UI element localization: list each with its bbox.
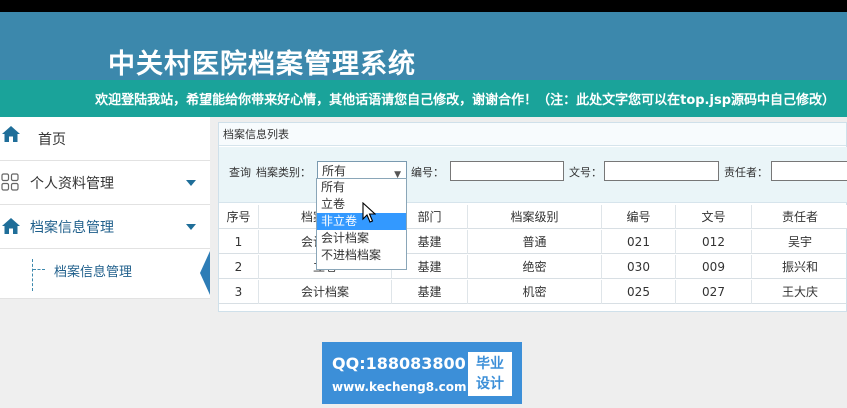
- promo-badge-line2: 设计: [476, 376, 504, 392]
- sidebar-subitem-label: 档案信息管理: [54, 265, 133, 280]
- chevron-down-icon: [186, 224, 196, 230]
- table-cell: 绝密: [468, 255, 602, 279]
- tree-branch: [33, 269, 45, 270]
- home-icon: [2, 126, 20, 142]
- column-header: 编号: [602, 205, 676, 229]
- owner-label: 责任者：: [724, 166, 768, 179]
- table-cell: 基建: [392, 280, 468, 304]
- column-header: 文号: [676, 205, 752, 229]
- promo-qq: QQ:188083800: [332, 354, 466, 373]
- dropdown-option-all[interactable]: 所有: [317, 179, 406, 196]
- dropdown-option-not-archived[interactable]: 不进档档案: [317, 247, 406, 264]
- table-cell: 021: [602, 230, 676, 254]
- sidebar-item-label: 首页: [38, 132, 66, 148]
- active-marker-icon: [200, 251, 210, 295]
- top-black-bar: [0, 0, 847, 12]
- promo-badge: 毕业 设计: [468, 352, 512, 396]
- table-cell: 025: [602, 280, 676, 304]
- doc-number-input[interactable]: [604, 161, 719, 181]
- panel-title: 档案信息列表: [219, 123, 846, 146]
- site-title: 中关村医院档案管理系统: [108, 49, 416, 80]
- sidebar-subitem-archive-info[interactable]: 档案信息管理: [0, 249, 210, 299]
- category-select-value: 所有: [322, 164, 347, 178]
- table-cell: 1: [219, 230, 259, 254]
- table-cell: 009: [676, 255, 752, 279]
- dropdown-option-accounting[interactable]: 会计档案: [317, 230, 406, 247]
- column-header: 责任者: [781, 210, 818, 224]
- table-cell: 2: [219, 255, 259, 279]
- table-cell: 012: [676, 230, 752, 254]
- table-cell: 王大庆: [781, 285, 818, 299]
- table-cell: 会计档案: [259, 280, 392, 304]
- doc-number-label: 文号：: [569, 166, 602, 179]
- table-cell: 3: [219, 280, 259, 304]
- sidebar-item-archive[interactable]: 档案信息管理: [0, 205, 210, 249]
- sidebar-item-home[interactable]: 首页: [0, 117, 210, 161]
- query-bar: 查询 档案类别： 所有 ▼ 编号： 文号： 责任者：: [219, 147, 847, 203]
- table-header-row: 序号 档案类别 部门 档案级别 编号 文号 责任者: [219, 205, 847, 229]
- tree-line: [32, 259, 33, 291]
- table-row[interactable]: 1 会计档案 基建 普通 021 012 吴宇: [219, 230, 847, 254]
- table-cell: 027: [676, 280, 752, 304]
- welcome-banner: 欢迎登陆我站，希望能给你带来好心情，其他话语请您自己修改，谢谢合作！（注：此处文…: [0, 80, 847, 117]
- number-input[interactable]: [450, 161, 564, 181]
- sidebar: 首页 个人资料管理 档案信息管理 档案信息管理: [0, 117, 210, 408]
- category-label: 档案类别：: [256, 166, 311, 179]
- table-cell: 030: [602, 255, 676, 279]
- promo-badge-line1: 毕业: [476, 356, 504, 372]
- table-cell: 振兴和: [781, 260, 818, 274]
- mouse-cursor-icon: [362, 202, 376, 223]
- table-row[interactable]: 3 会计档案 基建 机密 025 027 王大庆: [219, 280, 847, 304]
- app-header: 中关村医院档案管理系统: [0, 12, 847, 80]
- owner-input[interactable]: [771, 161, 847, 181]
- table-cell: 普通: [468, 230, 602, 254]
- chevron-down-icon: [186, 180, 196, 186]
- home-icon: [2, 218, 20, 234]
- sidebar-item-label: 个人资料管理: [30, 176, 114, 192]
- column-header: 序号: [219, 205, 259, 229]
- table-cell: 机密: [468, 280, 602, 304]
- column-header: 档案级别: [468, 205, 602, 229]
- archive-panel: 档案信息列表 查询 档案类别： 所有 ▼ 编号： 文号： 责任者： 序号 档案类…: [218, 122, 847, 312]
- table-cell: 吴宇: [787, 235, 812, 249]
- promo-url: www.kecheng8.com: [332, 380, 467, 394]
- grid-icon: [1, 173, 19, 191]
- number-label: 编号：: [411, 166, 444, 179]
- sidebar-item-profile[interactable]: 个人资料管理: [0, 161, 210, 205]
- category-dropdown-list: 所有 立卷 非立卷 会计档案 不进档档案: [316, 178, 407, 270]
- sidebar-item-label: 档案信息管理: [30, 220, 114, 236]
- promo-watermark: QQ:188083800 www.kecheng8.com 毕业 设计: [322, 342, 522, 404]
- query-label: 查询: [229, 166, 251, 179]
- table-row[interactable]: 2 立卷 基建 绝密 030 009 振兴和: [219, 255, 847, 279]
- welcome-text: 欢迎登陆我站，希望能给你带来好心情，其他话语请您自己修改，谢谢合作！（注：此处文…: [95, 93, 835, 108]
